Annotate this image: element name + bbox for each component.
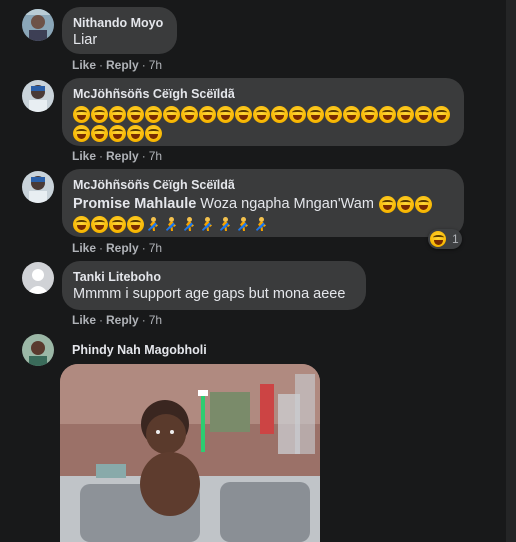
reply-button[interactable]: Reply	[106, 313, 139, 327]
comment-author[interactable]: Phindy Nah Magobholi	[72, 342, 207, 358]
avatar[interactable]	[22, 80, 54, 112]
laughing-face-icon	[145, 125, 162, 142]
laughing-face-icon	[199, 106, 216, 123]
laughing-face-icon	[91, 216, 108, 233]
reaction-count: 1	[452, 232, 459, 246]
laughing-face-icon	[433, 106, 450, 123]
comment-author[interactable]: Nithando Moyo	[73, 15, 165, 31]
running-person-icon	[235, 216, 252, 233]
laughing-face-icon	[217, 106, 234, 123]
laughing-face-icon	[307, 106, 324, 123]
laughing-face-icon	[73, 216, 90, 233]
laughing-face-icon	[109, 216, 126, 233]
laughing-face-icon	[91, 125, 108, 142]
laughing-face-icon	[163, 106, 180, 123]
comment-actions: Like · Reply · 7h	[72, 149, 163, 163]
running-person-icon	[199, 216, 216, 233]
laughing-face-icon	[109, 106, 126, 123]
laughing-face-icon	[127, 216, 144, 233]
scrollbar-track[interactable]	[506, 0, 516, 542]
laughing-face-icon	[379, 106, 396, 123]
laughing-face-icon	[127, 125, 144, 142]
laughing-face-icon	[397, 106, 414, 123]
running-person-icon	[253, 216, 270, 233]
running-person-icon	[217, 216, 234, 233]
comment-bubble: Nithando Moyo Liar	[62, 7, 177, 54]
avatar[interactable]	[22, 262, 54, 294]
laughing-face-icon	[343, 106, 360, 123]
avatar[interactable]	[22, 334, 54, 366]
comment-body: Woza ngapha Mngan'Wam	[200, 196, 374, 212]
comment-timestamp[interactable]: 7h	[149, 241, 162, 255]
running-person-icon	[181, 216, 198, 233]
reply-button[interactable]: Reply	[106, 241, 139, 255]
laughing-face-icon	[414, 196, 432, 213]
emoji-line	[73, 125, 452, 142]
laughing-face-icon	[396, 196, 414, 213]
comment-text: Promise Mahlaule Woza ngapha Mngan'Wam	[73, 195, 452, 214]
comment-timestamp[interactable]: 7h	[149, 313, 162, 327]
comment-bubble: McJöhñsöñs Cëïgh Scëïldã Promise Mahlaul…	[62, 169, 464, 237]
laughing-face-icon	[361, 106, 378, 123]
comment-text: Liar	[73, 32, 98, 48]
comment-timestamp[interactable]: 7h	[149, 58, 162, 72]
comment-text: Mmmm i support age gaps but mona aeee	[73, 286, 346, 302]
avatar[interactable]	[22, 171, 54, 203]
reaction-summary[interactable]: 1	[428, 229, 462, 249]
laughing-face-icon	[415, 106, 432, 123]
comment-timestamp[interactable]: 7h	[149, 149, 162, 163]
mention-link[interactable]: Promise Mahlaule	[73, 195, 196, 214]
laughing-face-icon	[253, 106, 270, 123]
comment-actions: Like · Reply · 7h	[72, 313, 163, 327]
like-button[interactable]: Like	[72, 149, 96, 163]
laughing-face-icon	[109, 125, 126, 142]
laughing-face-icon	[127, 106, 144, 123]
comment-actions: Like · Reply · 7h	[72, 241, 163, 255]
comment-author[interactable]: Tanki Liteboho	[73, 269, 354, 285]
comment-author[interactable]: McJöhñsöñs Cëïgh Scëïldã	[73, 177, 452, 193]
like-button[interactable]: Like	[72, 58, 96, 72]
laughing-face-icon	[289, 106, 306, 123]
laughing-face-icon	[378, 196, 396, 213]
laughing-face-icon	[73, 106, 90, 123]
laughing-face-icon	[271, 106, 288, 123]
like-button[interactable]: Like	[72, 313, 96, 327]
laughing-face-icon	[91, 106, 108, 123]
emoji-line	[73, 216, 452, 233]
like-button[interactable]: Like	[72, 241, 96, 255]
laughing-face-icon	[145, 106, 162, 123]
reply-button[interactable]: Reply	[106, 58, 139, 72]
comment-actions: Like · Reply · 7h	[72, 58, 163, 72]
comment-author[interactable]: McJöhñsöñs Cëïgh Scëïldã	[73, 86, 452, 102]
laughing-face-icon	[325, 106, 342, 123]
laughing-face-icon	[235, 106, 252, 123]
laughing-face-icon	[430, 231, 446, 247]
comment-bubble: Tanki Liteboho Mmmm i support age gaps b…	[62, 261, 366, 310]
laughing-face-icon	[181, 106, 198, 123]
running-person-icon	[163, 216, 180, 233]
photo-attachment[interactable]	[60, 364, 320, 542]
avatar[interactable]	[22, 9, 54, 41]
running-person-icon	[145, 216, 162, 233]
laughing-face-icon	[73, 125, 90, 142]
comment-bubble: McJöhñsöñs Cëïgh Scëïldã	[62, 78, 464, 146]
emoji-group	[378, 196, 433, 213]
reply-button[interactable]: Reply	[106, 149, 139, 163]
emoji-line	[73, 106, 452, 123]
